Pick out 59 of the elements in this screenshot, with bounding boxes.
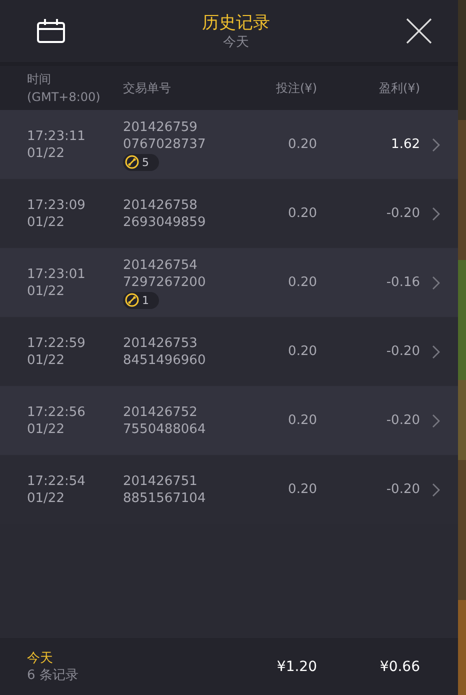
date-text: 01/22 — [27, 490, 64, 506]
order-number-text: 7297267200 — [123, 274, 206, 290]
record-count: 6 条记录 — [27, 666, 78, 684]
profit-text: 1.62 — [390, 136, 420, 153]
date-text: 01/22 — [27, 352, 64, 368]
stake-text: 0.20 — [287, 274, 317, 291]
column-header: 时间 (GMT+8:00) — [27, 71, 102, 106]
date-text: 01/22 — [27, 420, 64, 438]
order-number-text: 0767028737 — [123, 136, 206, 152]
order-number-text: 201426753 — [123, 334, 198, 352]
order-number-text: 201426758 — [123, 196, 198, 214]
stake-text: 0.20 — [287, 136, 317, 153]
time-text: 17:23:11 — [27, 128, 86, 144]
chevron-icon — [432, 344, 440, 358]
time-text: 17:22:59 — [27, 334, 86, 352]
header-subtitle: 今天 — [223, 34, 249, 50]
free-spin-badge: 1 — [123, 292, 159, 308]
stake-text: 0.20 — [287, 343, 317, 360]
order-number-text: 201426751 — [123, 472, 198, 490]
close-icon[interactable] — [406, 18, 432, 44]
date-text: 01/22 — [27, 214, 64, 230]
order-number-text: 8451496960 — [123, 352, 206, 368]
history-row[interactable]: 17:23:11 01/22 201426759 0767028737 5 0.20 1.62 — [0, 110, 458, 179]
chevron-icon — [432, 206, 440, 220]
order-number-text: 201426759 — [123, 118, 198, 136]
time-text: 17:23:09 — [27, 196, 86, 214]
date-text: 01/22 — [27, 282, 64, 300]
stake-text: 0.20 — [287, 481, 317, 498]
profit-text: -0.16 — [385, 274, 420, 291]
chevron-icon — [432, 276, 440, 290]
total-stake: ¥1.20 — [276, 658, 317, 674]
total-profit: ¥0.66 — [378, 658, 420, 674]
chevron-icon — [432, 138, 440, 152]
profit-text: -0.20 — [385, 205, 420, 222]
history-row[interactable]: 17:23:01 01/22 201426754 7297267200 1 0.20 -0.16 — [0, 248, 458, 317]
order-number-text: 2693049859 — [123, 214, 206, 230]
order-number-text: 7550488064 — [123, 420, 206, 438]
time-text: 17:22:54 — [27, 472, 86, 490]
date-text: 01/22 — [27, 144, 64, 162]
stake-text: 0.20 — [287, 412, 317, 429]
profit-text: -0.20 — [385, 412, 420, 429]
column-header: 投注(¥) — [275, 80, 317, 97]
time-text: 17:23:01 — [27, 266, 86, 282]
header-title: 历史记录 — [202, 12, 270, 34]
order-number-text: 201426752 — [123, 404, 198, 420]
chevron-icon — [432, 482, 440, 496]
footer-period: 今天 — [27, 650, 53, 666]
time-text: 17:22:56 — [27, 404, 86, 420]
chevron-icon — [432, 414, 440, 428]
column-header: 交易单号 — [123, 80, 172, 97]
profit-text: -0.20 — [385, 343, 420, 360]
profit-text: -0.20 — [385, 481, 420, 498]
order-number-text: 201426754 — [123, 256, 198, 274]
column-header: 盈利(¥) — [378, 80, 420, 97]
history-row[interactable]: 17:22:56 01/22 201426752 7550488064 0.20 -0.20 — [0, 386, 458, 455]
calendar-icon[interactable] — [36, 18, 66, 44]
stake-text: 0.20 — [287, 205, 317, 222]
order-number-text: 8851567104 — [123, 490, 206, 506]
free-spin-badge: 5 — [123, 154, 159, 170]
